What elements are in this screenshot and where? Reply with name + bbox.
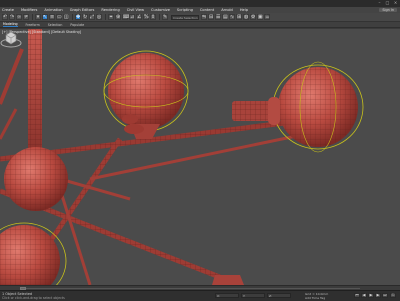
toolbar-divider [159, 14, 160, 20]
curve-editor-icon[interactable]: ∿ [229, 14, 235, 20]
go-to-start-icon[interactable]: ⏮ [354, 293, 360, 298]
render-setup-icon[interactable]: ⚙ [250, 14, 256, 20]
region-select-icon[interactable]: ▭ [56, 14, 62, 20]
next-frame-icon[interactable]: ▶ [375, 293, 381, 298]
undo-icon[interactable]: ↶ [2, 14, 8, 20]
window-crossing-icon[interactable]: ◫ [63, 14, 69, 20]
align-icon[interactable]: ⊟ [208, 14, 214, 20]
coord-y-field[interactable]: Y: [241, 293, 265, 298]
rotate-icon[interactable]: ↻ [82, 14, 88, 20]
schematic-view-icon[interactable]: ⊞ [236, 14, 242, 20]
key-filter-icon[interactable]: ⚿ [390, 293, 396, 298]
main-toolbar: ↶ ↷ ∞ ≠ ▾ ↖ ≡ ▭ ◫ ✥ ↻ ⤢ ◎ ⌖ ⊕ ⌨ ⊿ ∠ % ⇕ … [0, 13, 400, 22]
scale-icon[interactable]: ⤢ [89, 14, 95, 20]
select-filter-icon[interactable]: ▾ [35, 14, 41, 20]
tab-freeform[interactable]: Freeform [26, 23, 40, 27]
move-icon[interactable]: ✥ [75, 14, 81, 20]
maximize-icon[interactable]: □ [385, 1, 390, 5]
unlink-icon[interactable]: ≠ [23, 14, 29, 20]
play-icon[interactable]: ▶ [368, 293, 374, 298]
pivot-icon[interactable]: ⊕ [115, 14, 121, 20]
link-icon[interactable]: ∞ [16, 14, 22, 20]
coordinate-system-icon[interactable]: ⌖ [108, 14, 114, 20]
perspective-viewport[interactable]: [+] [Perspective] [Standard] [Default Sh… [0, 29, 400, 285]
tab-populate[interactable]: Populate [70, 23, 84, 27]
minimize-icon[interactable]: – [377, 1, 382, 5]
percent-snap-icon[interactable]: % [143, 14, 149, 20]
selection-set-dropdown[interactable]: Create Selection Set [171, 14, 199, 20]
material-editor-icon[interactable]: ◍ [243, 14, 249, 20]
coord-x-field[interactable]: X: [215, 293, 239, 298]
layer-explorer-icon[interactable]: ☰ [215, 14, 221, 20]
toolbar-divider [32, 14, 33, 20]
mirror-icon[interactable]: ⇋ [201, 14, 207, 20]
status-bar: 1 Object Selected Click or click-and-dra… [0, 290, 400, 301]
tab-selection[interactable]: Selection [48, 23, 63, 27]
place-icon[interactable]: ◎ [96, 14, 102, 20]
select-icon[interactable]: ↖ [42, 14, 48, 20]
toolbar-divider [105, 14, 106, 20]
spinner-snap-icon[interactable]: ⇕ [150, 14, 156, 20]
ribbon: Modeling Freeform Selection Populate [0, 22, 400, 28]
toggle-ribbon-icon[interactable]: ▤ [222, 14, 228, 20]
select-by-name-icon[interactable]: ≡ [49, 14, 55, 20]
bottom-connector [212, 275, 244, 285]
angle-snap-icon[interactable]: ∠ [136, 14, 142, 20]
tab-modeling[interactable]: Modeling [3, 22, 18, 27]
close-icon[interactable]: × [393, 1, 398, 5]
toolbar-divider [72, 14, 73, 20]
redo-icon[interactable]: ↷ [9, 14, 15, 20]
status-prompt: Click or click-and-drag to select object… [2, 296, 65, 300]
left-sphere [4, 147, 68, 211]
edit-named-selection-icon[interactable]: ✎ [162, 14, 168, 20]
snap-icon[interactable]: ⊿ [129, 14, 135, 20]
timeline-track [20, 288, 360, 289]
render-frame-icon[interactable]: ▣ [257, 14, 263, 20]
go-to-end-icon[interactable]: ⏭ [382, 293, 388, 298]
coord-z-field[interactable]: Z: [267, 293, 291, 298]
add-time-tag-button[interactable]: Add Time Tag [305, 296, 325, 300]
previous-frame-icon[interactable]: ◀ [361, 293, 367, 298]
viewcube-icon[interactable] [0, 29, 22, 49]
scene-render [0, 29, 400, 285]
render-icon[interactable]: ☕ [264, 14, 270, 20]
keyboard-shortcut-icon[interactable]: ⌨ [122, 14, 130, 20]
sign-in-button[interactable]: Sign In [379, 8, 397, 12]
window-controls: – □ × [377, 1, 398, 5]
